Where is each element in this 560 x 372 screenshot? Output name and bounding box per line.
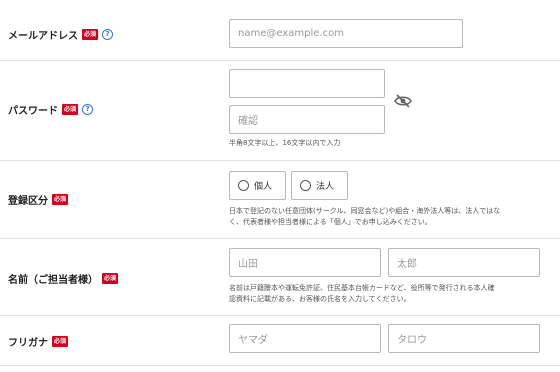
registration-type-label: 登録区分	[8, 196, 48, 207]
password-label: パスワード	[8, 106, 58, 117]
email-label-group: メールアドレス 必須 ?	[8, 27, 114, 42]
registration-type-note: 日本で登記のない任意団体(サークル、同窓会など)や組合・海外法人等は、法人ではな…	[229, 206, 500, 228]
required-badge: 必須	[52, 336, 69, 347]
divider	[0, 365, 560, 366]
required-badge: 必須	[102, 273, 119, 284]
help-icon[interactable]: ?	[82, 104, 94, 115]
note-line: 日本で登記のない任意団体(サークル、同窓会など)や組合・海外法人等は、法人ではな	[229, 207, 501, 215]
name-note: 名前は戸籍謄本や運転免許証、住民基本台帳カードなど、役所等で発行される本人確 認…	[229, 283, 495, 305]
password-input[interactable]	[229, 69, 385, 98]
registration-type-label-group: 登録区分 必須	[8, 192, 69, 207]
registration-type-options: 個人 法人	[229, 171, 359, 200]
name-label: 名前（ご担当者様）	[8, 275, 98, 286]
furigana-label: フリガナ	[8, 338, 48, 349]
note-line: 認資料に記載がある、お客様の氏名を入力してください。	[229, 295, 411, 303]
furigana-label-group: フリガナ 必須	[8, 334, 69, 349]
note-line: 名前は戸籍謄本や運転免許証、住民基本台帳カードなど、役所等で発行される本人確	[229, 284, 495, 292]
first-name-kana-input[interactable]: タロウ	[388, 324, 540, 353]
divider	[0, 160, 560, 161]
password-note: 半角8文字以上、16文字以内で入力	[229, 139, 341, 147]
eye-off-icon[interactable]	[394, 94, 412, 108]
required-badge: 必須	[52, 194, 69, 205]
radio-individual[interactable]: 個人	[229, 171, 286, 200]
name-label-group: 名前（ご担当者様） 必須	[8, 271, 119, 286]
required-badge: 必須	[62, 104, 79, 115]
note-line: く、代表者様や担当者様による「個人」でお申し込みください。	[229, 218, 432, 226]
radio-circle	[238, 180, 249, 191]
radio-label: 個人	[254, 182, 273, 192]
help-icon[interactable]: ?	[102, 29, 114, 40]
email-label: メールアドレス	[8, 31, 78, 42]
password-label-group: パスワード 必須 ?	[8, 102, 94, 117]
required-badge: 必須	[82, 29, 99, 40]
radio-corporation[interactable]: 法人	[291, 171, 348, 200]
divider	[0, 238, 560, 239]
email-input[interactable]: name@example.com	[229, 19, 463, 48]
divider	[0, 315, 560, 316]
divider	[0, 60, 560, 61]
last-name-input[interactable]: 山田	[229, 248, 381, 277]
radio-circle	[300, 180, 311, 191]
password-confirm-input[interactable]: 確認	[229, 105, 385, 134]
last-name-kana-input[interactable]: ヤマダ	[229, 324, 381, 353]
radio-label: 法人	[316, 182, 335, 192]
first-name-input[interactable]: 太郎	[388, 248, 540, 277]
